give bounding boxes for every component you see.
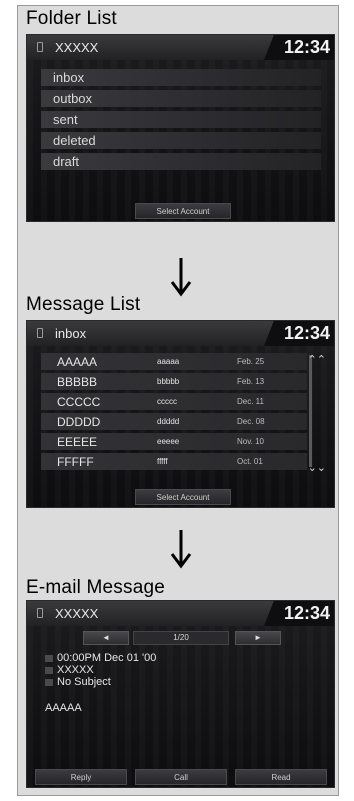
message-subject: aaaaa	[157, 357, 180, 366]
scroll-up-icon[interactable]: ⌃⌃	[308, 353, 326, 366]
down-arrow-icon	[170, 258, 192, 297]
message-date: Oct. 01	[237, 457, 263, 466]
folder-label: inbox	[53, 70, 85, 85]
message-datetime: 00:00PM Dec 01 '00	[57, 652, 157, 664]
message-date: Nov. 10	[237, 437, 264, 446]
message-subject: No Subject	[57, 676, 111, 688]
folder-name: inbox	[55, 326, 87, 341]
folder-item-outbox[interactable]: outbox	[41, 90, 321, 107]
phone-icon	[37, 608, 43, 618]
folder-label: deleted	[53, 133, 96, 148]
page-indicator: 1/20	[133, 631, 229, 645]
folder-item-inbox[interactable]: inbox	[41, 69, 321, 86]
message-date: Dec. 11	[237, 397, 264, 406]
message-sender: EEEEE	[57, 435, 98, 449]
message-date: Feb. 25	[237, 357, 265, 366]
select-account-button[interactable]: Select Account	[135, 489, 231, 505]
folder-label: draft	[53, 154, 80, 169]
message-row[interactable]: AAAAA aaaaa Feb. 25	[41, 353, 307, 370]
clock-icon	[45, 655, 53, 662]
message-subject: eeeee	[157, 437, 180, 446]
message-row[interactable]: BBBBB bbbbb Feb. 13	[41, 373, 307, 390]
read-button[interactable]: Read	[235, 769, 327, 785]
phone-icon	[37, 328, 43, 338]
folder-label: sent	[53, 112, 78, 127]
phone-icon	[37, 42, 43, 52]
message-list-screen: inbox 12:34 AAAAA aaaaa Feb. 25 BBBBB bb…	[26, 320, 335, 508]
folder-item-sent[interactable]: sent	[41, 111, 321, 128]
scrollbar[interactable]	[309, 355, 312, 467]
previous-message-button[interactable]: ◄	[83, 631, 129, 645]
clock: 12:34	[283, 323, 330, 343]
message-row[interactable]: FFFFF fffff Oct. 01	[41, 453, 307, 470]
message-date: Feb. 13	[237, 377, 265, 386]
message-sender: CCCCC	[57, 395, 101, 409]
clock: 12:34	[283, 603, 330, 623]
status-bar: inbox 12:34	[27, 321, 334, 346]
message-sender: XXXXX	[57, 664, 94, 676]
scroll-down-icon[interactable]: ⌄⌄	[308, 461, 326, 474]
call-button[interactable]: Call	[135, 769, 227, 785]
sender-icon	[45, 667, 53, 674]
message-subject: fffff	[157, 457, 168, 466]
message-subject: ccccc	[157, 397, 177, 406]
message-date: Dec. 08	[237, 417, 265, 426]
folder-label: outbox	[53, 91, 93, 106]
select-account-button[interactable]: Select Account	[135, 203, 231, 219]
message-row[interactable]: CCCCC ccccc Dec. 11	[41, 393, 307, 410]
folder-list-heading: Folder List	[26, 8, 117, 29]
clock: 12:34	[283, 37, 330, 57]
message-row[interactable]: DDDDD ddddd Dec. 08	[41, 413, 307, 430]
message-subject: bbbbb	[157, 377, 180, 386]
message-sender: AAAAA	[57, 355, 98, 369]
down-arrow-icon	[170, 530, 192, 569]
message-subject: ddddd	[157, 417, 180, 426]
message-row[interactable]: EEEEE eeeee Nov. 10	[41, 433, 307, 450]
folder-item-deleted[interactable]: deleted	[41, 132, 321, 149]
folder-list-screen: XXXXX 12:34 inbox outbox sent deleted dr…	[26, 34, 335, 222]
account-name: XXXXX	[55, 40, 99, 55]
email-message-screen: XXXXX 12:34 ◄ 1/20 ► 00:00PM Dec 01 '00 …	[26, 600, 335, 788]
folder-item-draft[interactable]: draft	[41, 153, 321, 170]
next-message-button[interactable]: ►	[235, 631, 281, 645]
account-name: XXXXX	[55, 606, 99, 621]
status-bar: XXXXX 12:34	[27, 601, 334, 626]
subject-icon	[45, 679, 53, 686]
message-sender: FFFFF	[57, 455, 94, 469]
status-bar: XXXXX 12:34	[27, 35, 334, 60]
email-message-heading: E-mail Message	[26, 577, 166, 598]
message-body: AAAAA	[45, 702, 82, 714]
message-list-heading: Message List	[26, 294, 141, 315]
message-sender: DDDDD	[57, 415, 101, 429]
reply-button[interactable]: Reply	[35, 769, 127, 785]
message-sender: BBBBB	[57, 375, 98, 389]
